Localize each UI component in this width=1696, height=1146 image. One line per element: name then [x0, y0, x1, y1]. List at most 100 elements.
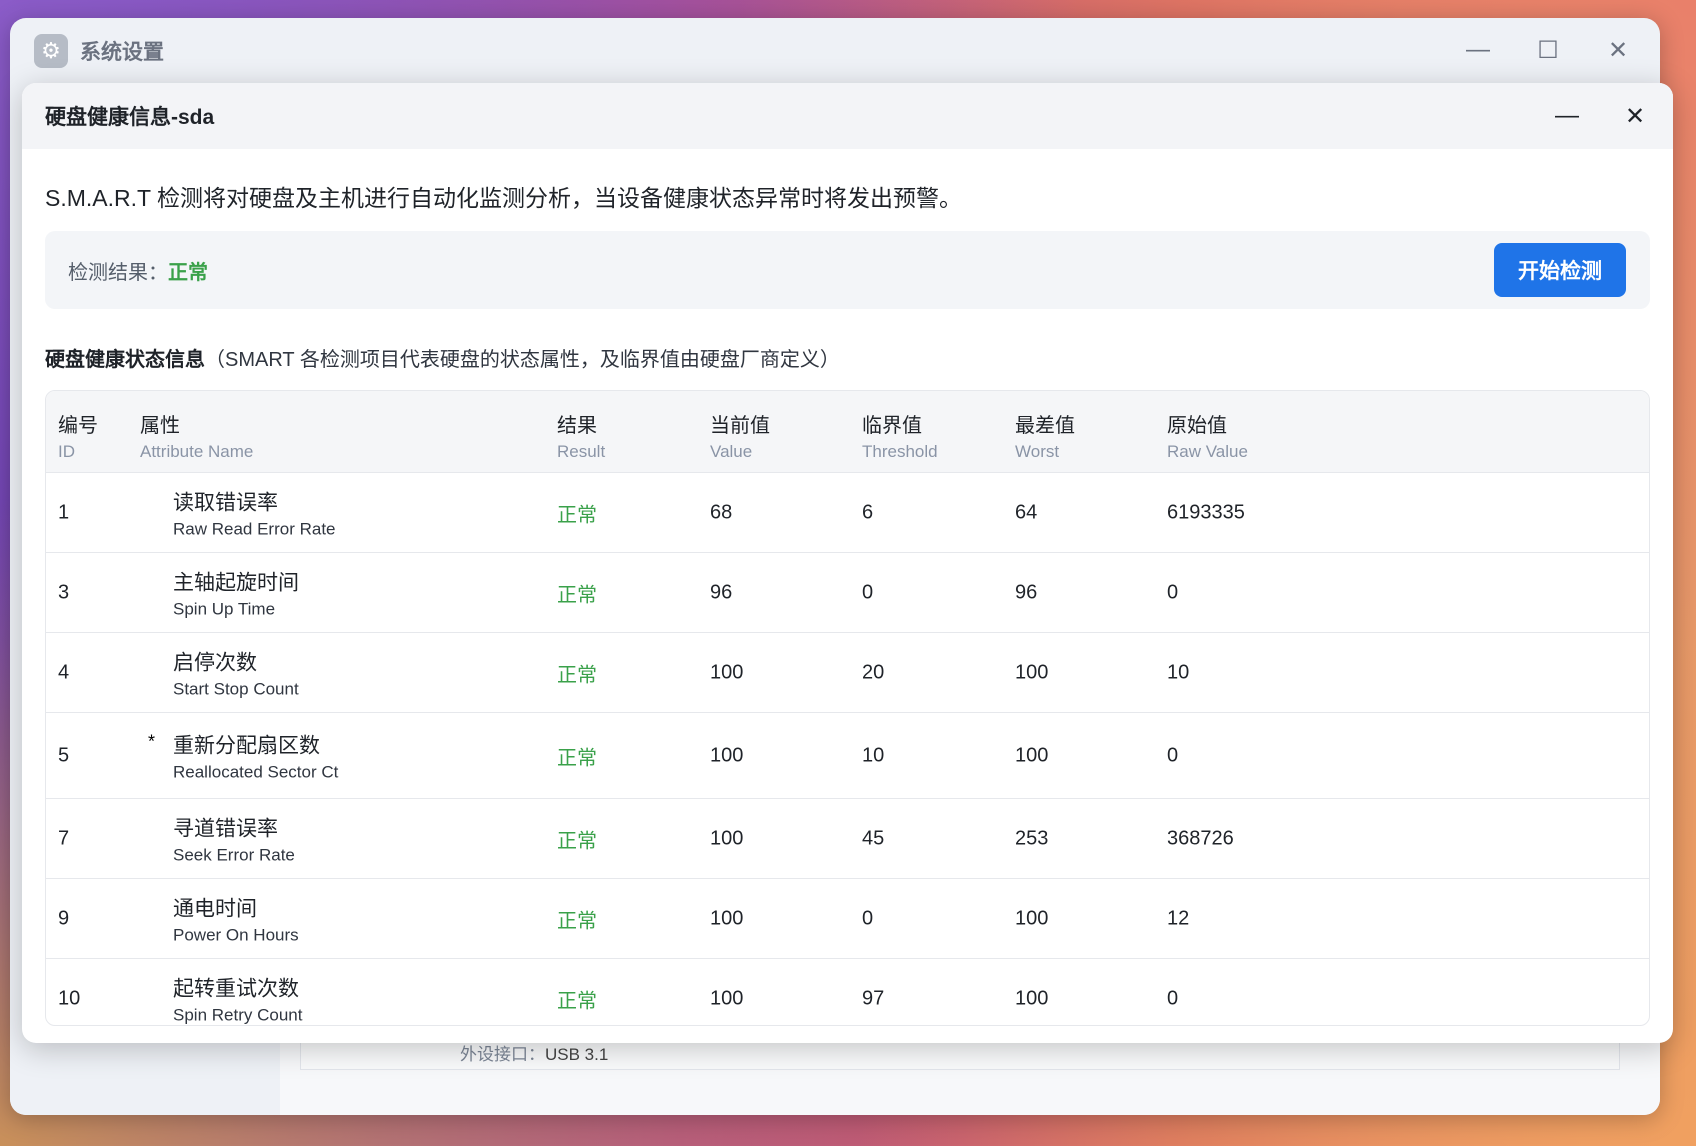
- attribute-name-cn: 起转重试次数: [173, 977, 299, 1001]
- table-row: 9 正常 100 0 100 12 通电时间 Power On Hours: [46, 879, 1649, 959]
- cell-value: 100: [710, 907, 744, 929]
- start-check-button[interactable]: 开始检测: [1494, 243, 1626, 297]
- cell-result: 正常: [557, 664, 597, 686]
- maximize-icon[interactable]: ☐: [1530, 32, 1566, 68]
- section-title: 硬盘健康状态信息（SMART 各检测项目代表硬盘的状态属性，及临界值由硬盘厂商定…: [45, 343, 1650, 372]
- header-result: 结果 Result: [557, 415, 606, 461]
- cell-raw: 10: [1167, 661, 1190, 683]
- cell-value: 96: [710, 581, 733, 603]
- attribute-name-cn: 启停次数: [173, 651, 257, 674]
- cell-id: 3: [58, 581, 70, 603]
- attribute-name-en: Spin Retry Count: [173, 1005, 303, 1025]
- cell-raw: 0: [1167, 581, 1179, 603]
- cell-value: 100: [710, 661, 744, 683]
- header-value: 当前值 Value: [710, 415, 770, 461]
- cell-threshold: 6: [862, 501, 874, 523]
- result-value: 正常: [168, 261, 208, 284]
- cell-result: 正常: [557, 830, 597, 852]
- header-id: 编号 ID: [58, 415, 98, 461]
- cell-id: 4: [58, 661, 70, 683]
- port-value: USB 3.1: [545, 1045, 609, 1064]
- attribute-name-cn: 读取错误率: [173, 491, 278, 514]
- header-threshold: 临界值 Threshold: [862, 415, 938, 461]
- gear-icon: ⚙: [34, 34, 68, 68]
- cell-value: 100: [710, 987, 744, 1010]
- critical-marker: *: [148, 731, 156, 751]
- cell-id: 10: [58, 987, 81, 1010]
- cell-threshold: 0: [862, 907, 874, 929]
- cell-attribute: 读取错误率 Raw Read Error Rate: [173, 486, 336, 539]
- disk-health-dialog: 硬盘健康信息-sda — ✕ S.M.A.R.T 检测将对硬盘及主机进行自动化监…: [22, 83, 1673, 1043]
- smart-description: S.M.A.R.T 检测将对硬盘及主机进行自动化监测分析，当设备健康状态异常时将…: [45, 185, 963, 211]
- attribute-name-cn: 主轴起旋时间: [173, 571, 299, 594]
- cell-worst: 100: [1015, 987, 1049, 1010]
- table-row: 4 正常 100 20 100 10 启停次数 Start Stop Count: [46, 633, 1649, 713]
- cell-id: 5: [58, 744, 70, 766]
- cell-worst: 96: [1015, 581, 1038, 603]
- cell-raw: 6193335: [1167, 501, 1245, 523]
- attribute-name-en: Raw Read Error Rate: [173, 519, 336, 538]
- cell-worst: 253: [1015, 827, 1049, 849]
- close-icon[interactable]: ✕: [1600, 32, 1636, 68]
- attribute-name-en: Seek Error Rate: [173, 845, 295, 864]
- section-note: （SMART 各检测项目代表硬盘的状态属性，及临界值由硬盘厂商定义）: [205, 349, 840, 371]
- cell-threshold: 45: [862, 827, 885, 849]
- cell-worst: 100: [1015, 744, 1049, 766]
- attribute-name-en: Power On Hours: [173, 925, 299, 944]
- cell-attribute: 启停次数 Start Stop Count: [173, 646, 299, 699]
- smart-table: 编号 ID 属性 Attribute Name 结果 Result 当前值 Value …: [45, 390, 1650, 1026]
- table-row: 1 正常 68 6 64 6193335 读取错误率 Raw Read Error Rate: [46, 473, 1649, 553]
- attribute-name-en: Start Stop Count: [173, 679, 299, 698]
- minimize-icon[interactable]: —: [1460, 32, 1496, 68]
- table-row: 7 正常 100 45 253 368726 寻道错误率 Seek Error Rate: [46, 799, 1649, 879]
- table-row: 10 正常 100 97 100 0 起转重试次数 Spin Retry Count: [46, 959, 1649, 1026]
- cell-result: 正常: [557, 747, 597, 769]
- cell-result: 正常: [557, 910, 597, 932]
- cell-id: 1: [58, 501, 70, 523]
- attribute-name-cn: 重新分配扇区数: [173, 734, 320, 757]
- cell-threshold: 10: [862, 744, 885, 766]
- cell-threshold: 20: [862, 661, 885, 683]
- window-titlebar: ⚙ 系统设置 — ☐ ✕: [10, 18, 1660, 84]
- header-raw: 原始值 Raw Value: [1167, 415, 1248, 461]
- cell-id: 7: [58, 827, 70, 849]
- table-row: 5 正常 100 10 100 0 * 重新分配扇区数 Reallocated Sector C…: [46, 713, 1649, 799]
- cell-attribute: 起转重试次数 Spin Retry Count: [173, 973, 302, 1026]
- dialog-minimize-icon[interactable]: —: [1549, 98, 1585, 134]
- result-panel: 检测结果： 正常 开始检测: [45, 231, 1650, 309]
- header-worst: 最差值 Worst: [1015, 415, 1075, 461]
- result-label: 检测结果：: [68, 261, 168, 284]
- cell-raw: 368726: [1167, 827, 1234, 849]
- attribute-name-cn: 寻道错误率: [173, 817, 278, 840]
- cell-threshold: 97: [862, 987, 885, 1010]
- cell-worst: 100: [1015, 907, 1049, 929]
- port-info: 外设接口：USB 3.1: [460, 1040, 608, 1065]
- cell-result: 正常: [557, 504, 597, 526]
- table-row: 3 正常 96 0 96 0 主轴起旋时间 Spin Up Time: [46, 553, 1649, 633]
- table-header: 编号 ID 属性 Attribute Name 结果 Result 当前值 Value …: [46, 391, 1649, 473]
- cell-attribute: 通电时间 Power On Hours: [173, 892, 299, 945]
- cell-value: 100: [710, 744, 744, 766]
- port-label: 外设接口：: [460, 1045, 545, 1064]
- cell-attribute: 寻道错误率 Seek Error Rate: [173, 812, 295, 865]
- window-title: 系统设置: [80, 41, 164, 64]
- section-heading: 硬盘健康状态信息: [45, 349, 205, 371]
- dialog-close-icon[interactable]: ✕: [1617, 98, 1653, 134]
- cell-raw: 12: [1167, 907, 1190, 929]
- cell-attribute: 主轴起旋时间 Spin Up Time: [173, 566, 299, 619]
- header-attribute: 属性 Attribute Name: [140, 415, 254, 461]
- cell-threshold: 0: [862, 581, 874, 603]
- cell-attribute: * 重新分配扇区数 Reallocated Sector Ct: [148, 729, 339, 782]
- dialog-header: 硬盘健康信息-sda — ✕: [22, 83, 1673, 149]
- cell-result: 正常: [557, 990, 597, 1013]
- cell-result: 正常: [557, 584, 597, 606]
- dialog-title: 硬盘健康信息-sda: [45, 106, 215, 129]
- cell-worst: 100: [1015, 661, 1049, 683]
- cell-value: 68: [710, 501, 733, 523]
- cell-value: 100: [710, 827, 744, 849]
- attribute-name-en: Spin Up Time: [173, 599, 276, 618]
- cell-worst: 64: [1015, 501, 1038, 523]
- table-body: 1 正常 68 6 64 6193335 读取错误率 Raw Read Error Rate 3…: [46, 473, 1649, 1026]
- attribute-name-cn: 通电时间: [173, 897, 257, 920]
- attribute-name-en: Reallocated Sector Ct: [173, 762, 339, 781]
